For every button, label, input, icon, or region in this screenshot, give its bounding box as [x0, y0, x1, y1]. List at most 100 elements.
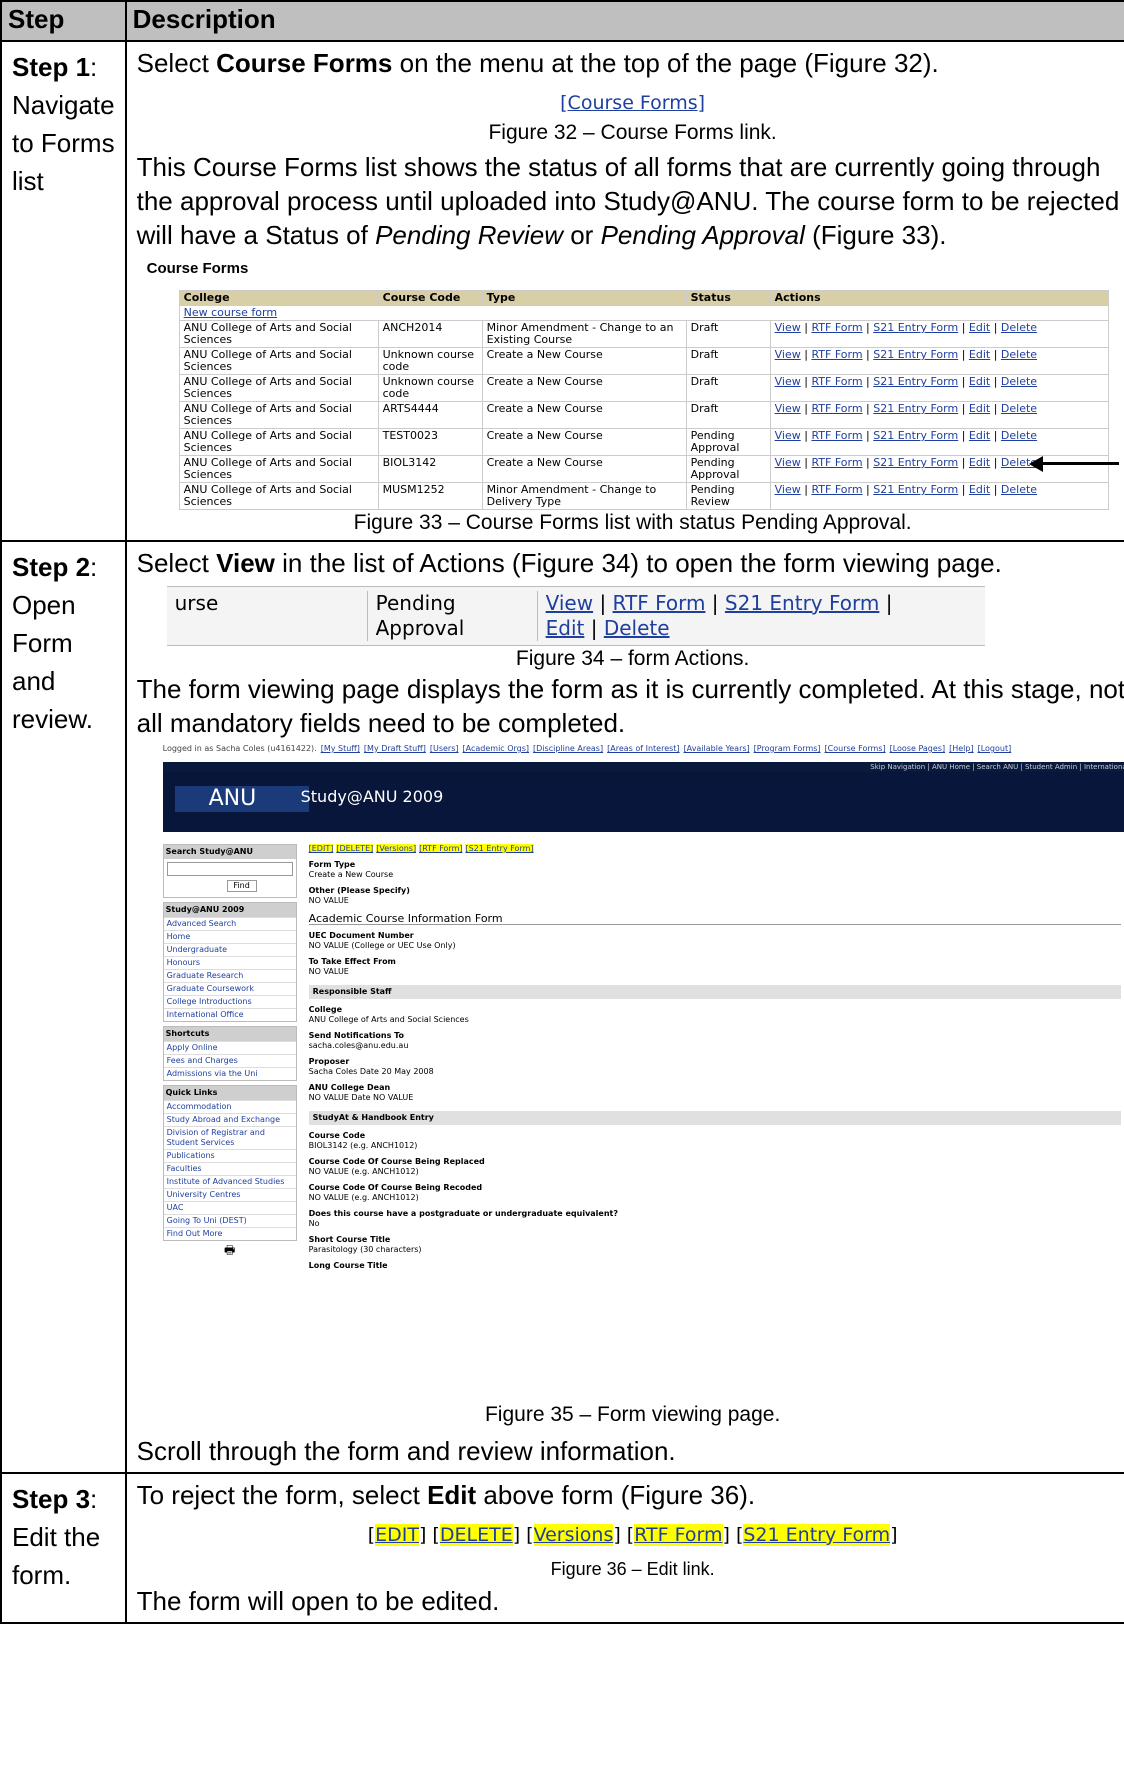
fig34-actions: View | RTF Form | S21 Entry Form | Edit …: [536, 591, 892, 641]
view-link[interactable]: View: [546, 591, 593, 615]
ss-sidebar-link[interactable]: Going To Uni (DEST): [163, 1214, 296, 1227]
cf-row: ANU College of Arts and Social Sciences A…: [178, 320, 1109, 348]
cf-action-link[interactable]: Edit: [969, 402, 990, 415]
cf-action-link[interactable]: RTF Form: [811, 402, 862, 415]
cf-action-link[interactable]: S21 Entry Form: [873, 321, 958, 334]
rtf-form-link[interactable]: RTF Form: [613, 591, 706, 615]
print-icon[interactable]: 🖶: [163, 1244, 297, 1256]
ss-label: Course Code Of Course Being Recoded: [308, 1183, 483, 1192]
cf-action-link[interactable]: S21 Entry Form: [873, 483, 958, 496]
ss-toplink[interactable]: [Areas of Interest]: [607, 744, 679, 753]
ss-toplink[interactable]: [Course Forms]: [825, 744, 886, 753]
cf-action-link[interactable]: S21 Entry Form: [873, 429, 958, 442]
delete-link[interactable]: Delete: [604, 616, 670, 640]
ss-toplink[interactable]: [Discipline Areas]: [533, 744, 603, 753]
cf-action-link[interactable]: Edit: [969, 375, 990, 388]
ss-sidebar-link[interactable]: Graduate Coursework: [163, 982, 296, 995]
cf-action-link[interactable]: Edit: [969, 321, 990, 334]
ss-delete-link[interactable]: [DELETE]: [336, 844, 374, 853]
cf-action-link[interactable]: RTF Form: [811, 483, 862, 496]
ss-sidebar-link[interactable]: Graduate Research: [163, 969, 296, 982]
cf-action-link[interactable]: Edit: [969, 348, 990, 361]
ss-sidebar-link[interactable]: Publications: [163, 1149, 296, 1162]
ss-sidebar-link[interactable]: Home: [163, 930, 296, 943]
versions-link[interactable]: Versions: [533, 1524, 614, 1546]
cf-action-link[interactable]: RTF Form: [811, 375, 862, 388]
ss-sidebar-link[interactable]: College Introductions: [163, 995, 296, 1008]
cf-action-link[interactable]: Delete: [1001, 348, 1037, 361]
step-3-para-1: To reject the form, select Edit above fo…: [137, 1478, 1124, 1512]
ss-toplink[interactable]: [My Stuff]: [321, 744, 360, 753]
cf-action-link[interactable]: RTF Form: [811, 429, 862, 442]
ss-sidebar-link[interactable]: Division of Registrar and Student Servic…: [163, 1126, 296, 1149]
cf-action-link[interactable]: View: [775, 348, 801, 361]
ss-versions-link[interactable]: [Versions]: [376, 844, 417, 853]
cf-action-link[interactable]: RTF Form: [811, 456, 862, 469]
cf-action-link[interactable]: View: [775, 456, 801, 469]
cf-action-link[interactable]: View: [775, 483, 801, 496]
ss-toplink[interactable]: [Users]: [430, 744, 459, 753]
rtf-form-link[interactable]: RTF Form: [634, 1524, 723, 1546]
ss-toplink[interactable]: [My Draft Stuff]: [364, 744, 426, 753]
ss-search-inner: Find: [164, 859, 296, 897]
cf-action-link[interactable]: View: [775, 402, 801, 415]
ss-sidebar-link[interactable]: Fees and Charges: [163, 1054, 296, 1067]
ss-search-input[interactable]: [166, 862, 293, 876]
ss-sidebar-link[interactable]: Study Abroad and Exchange: [163, 1113, 296, 1126]
s21-entry-form-link[interactable]: S21 Entry Form: [725, 591, 879, 615]
ss-value: NO VALUE: [308, 967, 349, 976]
figure-33-caption: Figure 33 – Course Forms list with statu…: [353, 511, 912, 534]
cf-action-link[interactable]: S21 Entry Form: [873, 375, 958, 388]
ss-s21-link[interactable]: [S21 Entry Form]: [465, 844, 534, 853]
ss-toplink[interactable]: [Available Years]: [684, 744, 750, 753]
ss-toplink[interactable]: [Help]: [949, 744, 973, 753]
ss-sidebar-link[interactable]: International Office: [163, 1008, 296, 1021]
cf-action-link[interactable]: RTF Form: [811, 348, 862, 361]
ss-value: NO VALUE (e.g. ANCH1012): [308, 1167, 419, 1176]
cf-action-link[interactable]: S21 Entry Form: [873, 348, 958, 361]
course-forms-link[interactable]: [Course Forms]: [560, 92, 705, 114]
s21-entry-form-link[interactable]: S21 Entry Form: [743, 1524, 891, 1546]
cf-action-link[interactable]: Edit: [969, 483, 990, 496]
ss-edit-link[interactable]: [EDIT]: [308, 844, 334, 853]
cf-action-link[interactable]: View: [775, 321, 801, 334]
ss-sidebar-link[interactable]: Advanced Search: [163, 917, 296, 930]
edit-link[interactable]: EDIT: [375, 1524, 419, 1546]
cf-action-link[interactable]: Delete: [1001, 483, 1037, 496]
ss-toplink[interactable]: [Program Forms]: [754, 744, 821, 753]
ss-sidebar-link[interactable]: University Centres: [163, 1188, 296, 1201]
cf-action-link[interactable]: Delete: [1001, 402, 1037, 415]
ss-sidebar-link[interactable]: Apply Online: [163, 1041, 296, 1054]
ss-sidebar-link[interactable]: Admissions via the Uni: [163, 1067, 296, 1080]
cf-action-link[interactable]: Edit: [969, 429, 990, 442]
new-course-form-link[interactable]: New course form: [184, 306, 277, 319]
ss-sidebar-link[interactable]: Find Out More: [163, 1227, 296, 1240]
ss-sidebar-link[interactable]: Accommodation: [163, 1100, 296, 1113]
ss-toplink[interactable]: [Academic Orgs]: [463, 744, 530, 753]
ss-sidebar-link[interactable]: UAC: [163, 1201, 296, 1214]
ss-sidebar-link[interactable]: Undergraduate: [163, 943, 296, 956]
ss-toplink[interactable]: [Logout]: [978, 744, 1012, 753]
cf-action-link[interactable]: S21 Entry Form: [873, 456, 958, 469]
ss-find-button[interactable]: Find: [226, 880, 257, 892]
cf-action-link[interactable]: View: [775, 375, 801, 388]
cf-action-link[interactable]: Delete: [1001, 375, 1037, 388]
edit-link[interactable]: Edit: [546, 616, 585, 640]
cf-action-link[interactable]: RTF Form: [811, 321, 862, 334]
ss-sidebar-link[interactable]: Institute of Advanced Studies: [163, 1175, 296, 1188]
cf-actions-cell: View | RTF Form | S21 Entry Form | Edit …: [769, 320, 1109, 348]
delete-link[interactable]: DELETE: [439, 1524, 513, 1546]
cf-action-link[interactable]: Edit: [969, 456, 990, 469]
cf-action-link[interactable]: Delete: [1001, 321, 1037, 334]
ss-rtf-link[interactable]: [RTF Form]: [419, 844, 463, 853]
ss-sidebar-link[interactable]: Honours: [163, 956, 296, 969]
cf-action-link[interactable]: S21 Entry Form: [873, 402, 958, 415]
ss-value: NO VALUE Date NO VALUE: [308, 1093, 414, 1102]
cf-row: ANU College of Arts and Social Sciences M…: [178, 482, 1109, 510]
cf-action-link[interactable]: Delete: [1001, 429, 1037, 442]
step-3-colon: :: [90, 1484, 98, 1514]
ss-label: Does this course have a postgraduate or …: [308, 1209, 619, 1218]
ss-sidebar-link[interactable]: Faculties: [163, 1162, 296, 1175]
ss-toplink[interactable]: [Loose Pages]: [890, 744, 946, 753]
cf-action-link[interactable]: View: [775, 429, 801, 442]
